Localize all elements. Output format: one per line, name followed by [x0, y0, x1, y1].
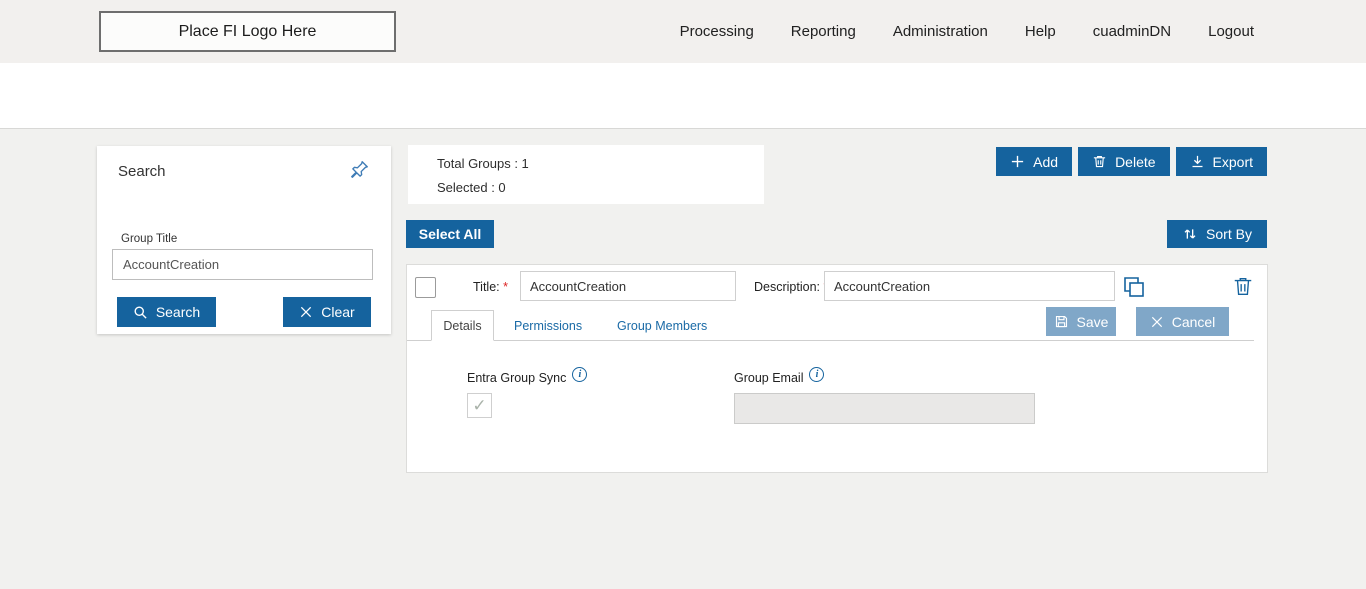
close-icon [301, 306, 312, 318]
description-input[interactable] [824, 271, 1115, 301]
content-area: Search Group Title Search Clear Total Gr… [0, 128, 1366, 589]
search-button[interactable]: Search [117, 297, 216, 327]
entra-info-icon[interactable]: i [572, 367, 588, 382]
summary-box: Total Groups : 1 Selected : 0 [408, 145, 764, 204]
row-checkbox[interactable] [415, 277, 436, 298]
search-button-label: Search [155, 304, 201, 320]
group-email-info-icon[interactable]: i [809, 367, 825, 382]
save-button-label: Save [1076, 313, 1109, 330]
group-title-input[interactable] [112, 249, 373, 280]
group-title-label: Group Title [121, 233, 178, 245]
save-icon [1055, 315, 1067, 328]
tab-details[interactable]: Details [431, 310, 494, 341]
group-row: Title: * Description: * Details Permissi… [406, 264, 1268, 473]
sort-by-label: Sort By [1206, 226, 1252, 242]
nav-help[interactable]: Help [1025, 23, 1056, 40]
export-button[interactable]: Export [1175, 147, 1267, 176]
nav-logout[interactable]: Logout [1208, 23, 1254, 40]
export-button-label: Export [1212, 153, 1253, 170]
search-panel: Search Group Title Search Clear [97, 146, 391, 334]
title-label: Title: * [473, 280, 508, 294]
download-icon [1192, 155, 1203, 168]
fi-logo-text: Place FI Logo Here [178, 22, 317, 40]
tab-group-members[interactable]: Group Members [617, 310, 707, 341]
top-nav: Processing Reporting Administration Help… [680, 0, 1254, 63]
nav-processing[interactable]: Processing [680, 23, 754, 40]
select-all-button[interactable]: Select All [406, 220, 494, 248]
row-delete-button[interactable] [1231, 275, 1255, 299]
tab-permissions[interactable]: Permissions [514, 310, 582, 341]
add-button-label: Add [1033, 153, 1059, 170]
cancel-button-label: Cancel [1171, 313, 1216, 330]
entra-group-sync-checkbox[interactable]: ✓ [467, 393, 492, 418]
top-bar: Place FI Logo Here Processing Reporting … [0, 0, 1366, 63]
fi-logo-placeholder: Place FI Logo Here [99, 11, 396, 52]
plus-icon [1012, 155, 1024, 168]
delete-button[interactable]: Delete [1078, 147, 1170, 176]
nav-user-cuadminDN[interactable]: cuadminDN [1093, 23, 1171, 40]
group-email-label: Group Email i [734, 367, 825, 385]
add-button[interactable]: Add [996, 147, 1073, 176]
copy-button[interactable] [1122, 275, 1146, 299]
delete-button-label: Delete [1115, 153, 1156, 170]
group-email-input [734, 393, 1035, 424]
title-input[interactable] [520, 271, 736, 301]
clear-button[interactable]: Clear [283, 297, 371, 327]
pin-icon[interactable] [348, 159, 370, 181]
sort-arrows-icon [1184, 229, 1196, 239]
entra-group-sync-label: Entra Group Sync i [467, 367, 588, 385]
trash-icon [1093, 155, 1106, 168]
trash-icon [1234, 277, 1252, 295]
search-icon [134, 306, 147, 319]
title-required-marker: * [503, 280, 508, 294]
clear-button-label: Clear [321, 304, 355, 320]
sort-by-button[interactable]: Sort By [1167, 220, 1267, 248]
total-groups-text: Total Groups : 1 [437, 156, 529, 171]
save-button[interactable]: Save [1046, 307, 1116, 336]
cancel-button[interactable]: Cancel [1136, 307, 1229, 336]
selected-count-text: Selected : 0 [437, 180, 506, 195]
nav-administration[interactable]: Administration [893, 23, 988, 40]
nav-reporting[interactable]: Reporting [791, 23, 856, 40]
page: Place FI Logo Here Processing Reporting … [0, 0, 1366, 589]
search-panel-title: Search [118, 163, 166, 180]
copy-icon [1124, 277, 1144, 297]
page-header: ✕ Group Maintenance i Kinective Sign [0, 63, 1366, 171]
description-label: Description: * [754, 280, 828, 294]
close-icon [1151, 316, 1162, 327]
toolbar: Add Delete Export [996, 147, 1267, 176]
